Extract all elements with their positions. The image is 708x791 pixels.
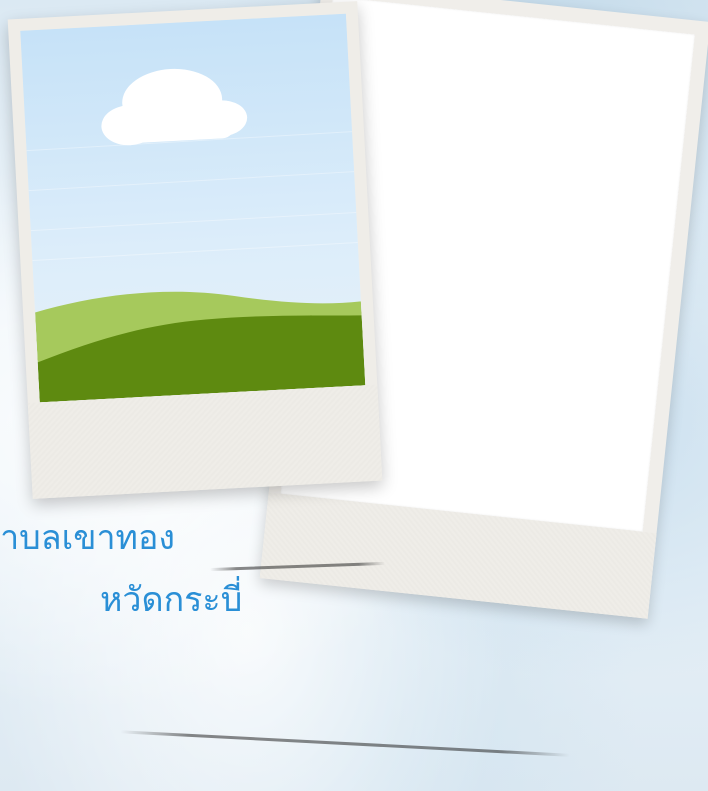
landscape-photo — [20, 13, 366, 403]
photo-frame-paper-strip — [27, 384, 383, 499]
photo-frame-front — [7, 1, 383, 499]
caption-clip: ตำบลเขาทอง หวัดกระบี่ — [0, 500, 300, 640]
landscape-illustration — [20, 13, 366, 403]
caption-line-2: หวัดกระบี่ — [100, 580, 243, 620]
caption-line-1: ตำบลเขาทอง — [0, 518, 175, 558]
